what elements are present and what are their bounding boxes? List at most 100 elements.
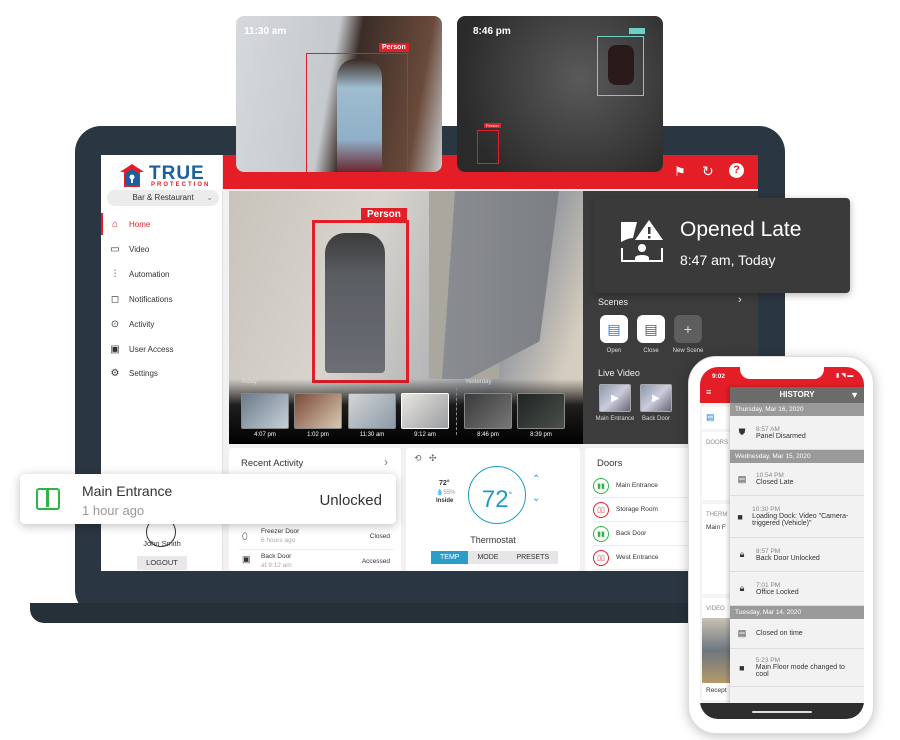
help-icon[interactable]: ? (729, 163, 744, 178)
camera-card[interactable]: 11:30 am Person (236, 16, 442, 172)
history-text: Back Door Unlocked (756, 554, 820, 562)
person-label: Person (361, 208, 407, 221)
schedule-icon[interactable]: ⟲ (414, 453, 422, 464)
sidebar-item-notifications[interactable]: ◻ Notifications (101, 288, 223, 310)
thumbnail[interactable] (294, 393, 342, 429)
history-time: 5:23 PM (755, 657, 781, 664)
store-icon: ▤ (737, 628, 747, 638)
vehicle-figure (608, 45, 634, 85)
doors-title: Doors (597, 458, 623, 469)
chevron-down-icon[interactable]: ⌄ (532, 493, 540, 504)
main-video-feed[interactable]: Person Today Yesterday 4:07 pm 1:02 pm 1… (229, 191, 583, 444)
activity-time: at 9:12 am (261, 562, 292, 569)
notification-status: Unlocked (319, 492, 382, 509)
history-item[interactable]: ■ 5:23 PM Main Floor mode changed to cool (730, 649, 864, 687)
thumbnail[interactable] (241, 393, 289, 429)
activity-row[interactable]: ⬯ Freezer Door 6 hours ago Closed (239, 526, 394, 550)
main-entrance-notification[interactable]: Main Entrance 1 hour ago Unlocked (20, 474, 396, 524)
thermostat-icon: ■ (739, 662, 745, 673)
door-name: Storage Room (616, 506, 658, 513)
sidebar-item-settings[interactable]: ⚙ Settings (101, 362, 223, 384)
thumbnail[interactable] (401, 393, 449, 429)
yesterday-label: Yesterday (465, 379, 492, 385)
chevron-up-icon[interactable]: ⌃ (532, 474, 540, 485)
door-unlocked-icon: ▮▮ (593, 525, 609, 542)
opened-late-notification[interactable]: Opened Late 8:47 am, Today (594, 198, 850, 293)
tab-mode[interactable]: MODE (468, 551, 508, 564)
store-alert-icon: ▤ (737, 473, 747, 484)
history-time: 10:54 PM (756, 472, 784, 479)
status-icons: ▮ ◥ ▬ (836, 373, 854, 379)
history-header: HISTORY ▼ (730, 387, 864, 403)
scenes-title: Scenes (598, 297, 629, 307)
fan-icon[interactable]: ✣ (429, 453, 437, 464)
thumbnail[interactable] (517, 393, 565, 429)
sidebar-item-label: Home (129, 219, 151, 229)
history-item[interactable]: ⛊ 8:57 AM Panel Disarmed (730, 416, 864, 450)
history-item[interactable]: ▤ 10:54 PM Closed Late (730, 463, 864, 496)
brand-tagline: PROTECTION (151, 182, 211, 188)
scene-open-button[interactable]: ▤ (600, 315, 628, 343)
thermostat-dial[interactable]: 72° (468, 466, 526, 524)
history-item[interactable]: 🔒︎ 8:57 PM Back Door Unlocked (730, 538, 864, 572)
person-figure (337, 59, 382, 172)
menu-icon[interactable]: ≡ (706, 387, 711, 397)
thumbnail[interactable] (348, 393, 396, 429)
activity-status: Accessed (361, 558, 390, 565)
location-select[interactable]: Bar & Restaurant ⌄ (107, 190, 219, 206)
activity-row[interactable]: ▣ Back Door at 9:12 am Accessed (239, 551, 394, 571)
sidebar-item-automation[interactable]: ⫶ Automation (101, 263, 223, 285)
history-item[interactable]: ■ 10:30 PM Loading Dock: Video "Camera-tri… (730, 496, 864, 538)
home-indicator[interactable] (752, 711, 812, 713)
live-video-label: Back Door (641, 416, 670, 422)
sidebar-item-activity[interactable]: ⊙ Activity (101, 313, 223, 335)
signpost-icon[interactable]: ⚑ (674, 164, 686, 180)
notification-title: Main Entrance (82, 483, 173, 499)
scene-label: Open (606, 348, 622, 354)
scene-close-button[interactable]: ▤ (637, 315, 665, 343)
phone-notch (740, 367, 824, 379)
thumbnail[interactable] (464, 393, 512, 429)
thumbnail-strip: Today Yesterday 4:07 pm 1:02 pm 11:30 am… (229, 379, 583, 444)
refresh-icon[interactable]: ↻ (702, 163, 714, 180)
sidebar-item-home[interactable]: ⌂ Home (101, 213, 223, 235)
live-video-label: Main Entrance (595, 416, 635, 422)
door-name: Main Entrance (616, 482, 658, 489)
person-detection-box (306, 53, 408, 172)
notification-title: Opened Late (680, 218, 802, 241)
history-item[interactable]: ▤ Closed on time (730, 619, 864, 649)
user-name: John Smith (143, 539, 181, 548)
sidebar-item-video[interactable]: ▭ Video (101, 238, 223, 260)
logout-button[interactable]: LOGOUT (137, 556, 187, 570)
notification-time: 1 hour ago (82, 503, 145, 518)
video-item: Recept (706, 687, 727, 694)
live-video-thumbnail[interactable]: ▶ (640, 384, 672, 412)
sidebar-item-user-access[interactable]: ▣ User Access (101, 338, 223, 360)
chevron-right-icon[interactable]: › (738, 294, 742, 306)
shield-icon: ⛊ (738, 427, 746, 437)
door-name: West Entrance (616, 554, 659, 561)
filter-icon[interactable]: ▼ (850, 387, 859, 403)
inside-temp: 72° (439, 480, 450, 487)
activity-status: Closed (369, 533, 390, 540)
history-time: 7:01 PM (756, 581, 781, 589)
history-text: Closed Late (756, 479, 794, 486)
history-item[interactable]: 🔒︎ 7:01 PM Office Locked (730, 572, 864, 606)
humidity: 💧55% (436, 490, 456, 496)
camera-card[interactable]: 8:46 pm Person (457, 16, 663, 172)
tab-temp[interactable]: TEMP (431, 551, 469, 564)
video-label: VIDEO (706, 606, 725, 612)
day-divider (456, 383, 457, 435)
chevron-down-icon: ⌄ (206, 193, 213, 202)
new-scene-button[interactable]: + (674, 315, 702, 343)
sidebar-item-label: Video (129, 244, 150, 254)
vehicle-label (629, 28, 645, 34)
play-icon: ▶ (652, 392, 660, 404)
chevron-right-icon[interactable]: › (384, 455, 388, 469)
thermostat-card: ⟲ ✣ 72° 💧55% Inside 72° ⌃ ⌄ Thermostat T… (406, 448, 580, 571)
thermostat-title: Thermostat (470, 535, 516, 545)
tab-presets[interactable]: PRESETS (507, 551, 559, 564)
camera-time: 11:30 am (244, 26, 287, 37)
live-video-thumbnail[interactable]: ▶ (599, 384, 631, 412)
activity-name: Freezer Door (261, 528, 300, 535)
